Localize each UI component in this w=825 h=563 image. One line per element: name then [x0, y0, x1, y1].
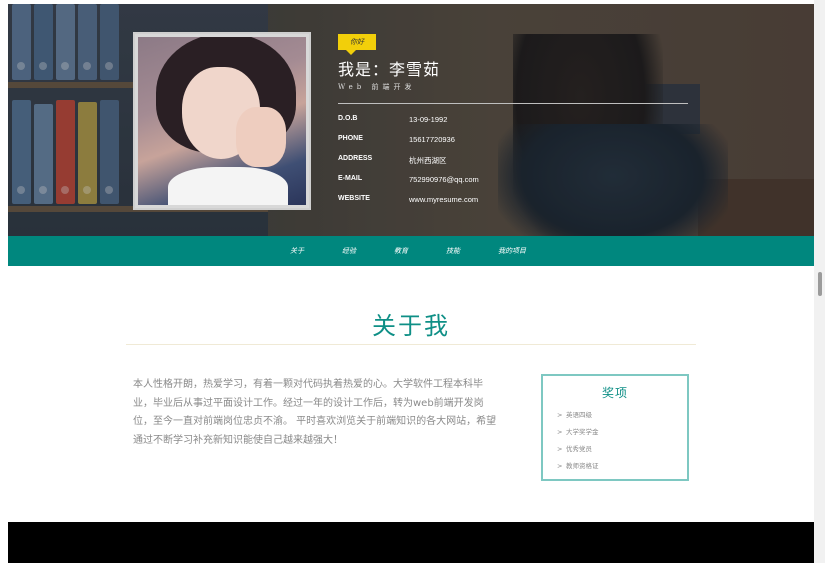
awards-title: 奖项: [601, 386, 628, 400]
about-title: 关于我: [372, 312, 450, 340]
chevron-right-icon: >: [557, 411, 563, 419]
nav-item-about[interactable]: 关于: [290, 236, 304, 266]
info-label: WEBSITE: [338, 195, 370, 202]
info-label: ADDRESS: [338, 155, 373, 162]
chevron-right-icon: >: [557, 445, 563, 453]
header-divider: [338, 103, 688, 104]
info-value[interactable]: www.myresume.com: [409, 195, 478, 204]
awards-list: > 英语四级 > 大学奖学金 > 优秀党员 > 教师资格证: [557, 407, 599, 475]
award-label: 大学奖学金: [566, 428, 599, 436]
info-value[interactable]: 752990976@qq.com: [409, 175, 479, 184]
list-item: > 优秀党员: [557, 441, 599, 458]
awards-box: 奖项 > 英语四级 > 大学奖学金 > 优秀党员 > 教师资格证: [541, 374, 689, 481]
info-value: 15617720936: [409, 135, 455, 144]
info-label: D.O.B: [338, 115, 358, 122]
nav-item-skills[interactable]: 技能: [446, 236, 460, 266]
award-label: 英语四级: [566, 411, 592, 419]
about-divider: [126, 344, 696, 345]
greeting-tag: 你好: [338, 34, 376, 55]
info-row-address: ADDRESS 杭州西湖区: [338, 155, 538, 175]
info-row-email: E-MAIL 752990976@qq.com: [338, 175, 538, 195]
list-item: > 教师资格证: [557, 458, 599, 475]
chevron-right-icon: >: [557, 428, 563, 436]
list-item: > 英语四级: [557, 407, 599, 424]
info-row-phone: PHONE 15617720936: [338, 135, 538, 155]
info-row-dob: D.O.B 13-09-1992: [338, 115, 538, 135]
award-label: 教师资格证: [566, 462, 599, 470]
page-scrollbar[interactable]: [814, 0, 825, 563]
about-text: 本人性格开朗，热爱学习，有着一颗对代码执着热爱的心。大学软件工程本科毕业，毕业后…: [133, 379, 497, 446]
profile-photo: [133, 32, 311, 210]
nav-item-projects[interactable]: 我的项目: [498, 236, 526, 266]
scrollbar-thumb[interactable]: [818, 272, 822, 296]
info-row-website: WEBSITE www.myresume.com: [338, 195, 538, 215]
award-label: 优秀党员: [566, 445, 592, 453]
info-label: E-MAIL: [338, 175, 363, 182]
info-label: PHONE: [338, 135, 363, 142]
info-value: 杭州西湖区: [409, 156, 447, 165]
info-value: 13-09-1992: [409, 115, 448, 124]
list-item: > 大学奖学金: [557, 424, 599, 441]
footer-bar: [8, 522, 814, 563]
nav-item-experience[interactable]: 经验: [342, 236, 356, 266]
main-nav: 关于 经验 教育 技能 我的项目: [8, 236, 814, 266]
chevron-right-icon: >: [557, 462, 563, 470]
nav-item-education[interactable]: 教育: [394, 236, 408, 266]
hero-banner: 你好 我是：李雪茹 Web 前端开发 D.O.B 13-09-1992 PHON…: [8, 4, 814, 236]
page: 你好 我是：李雪茹 Web 前端开发 D.O.B 13-09-1992 PHON…: [8, 4, 814, 563]
profile-name: 我是：李雪茹: [338, 60, 441, 79]
profile-subtitle: Web 前端开发: [338, 83, 416, 91]
